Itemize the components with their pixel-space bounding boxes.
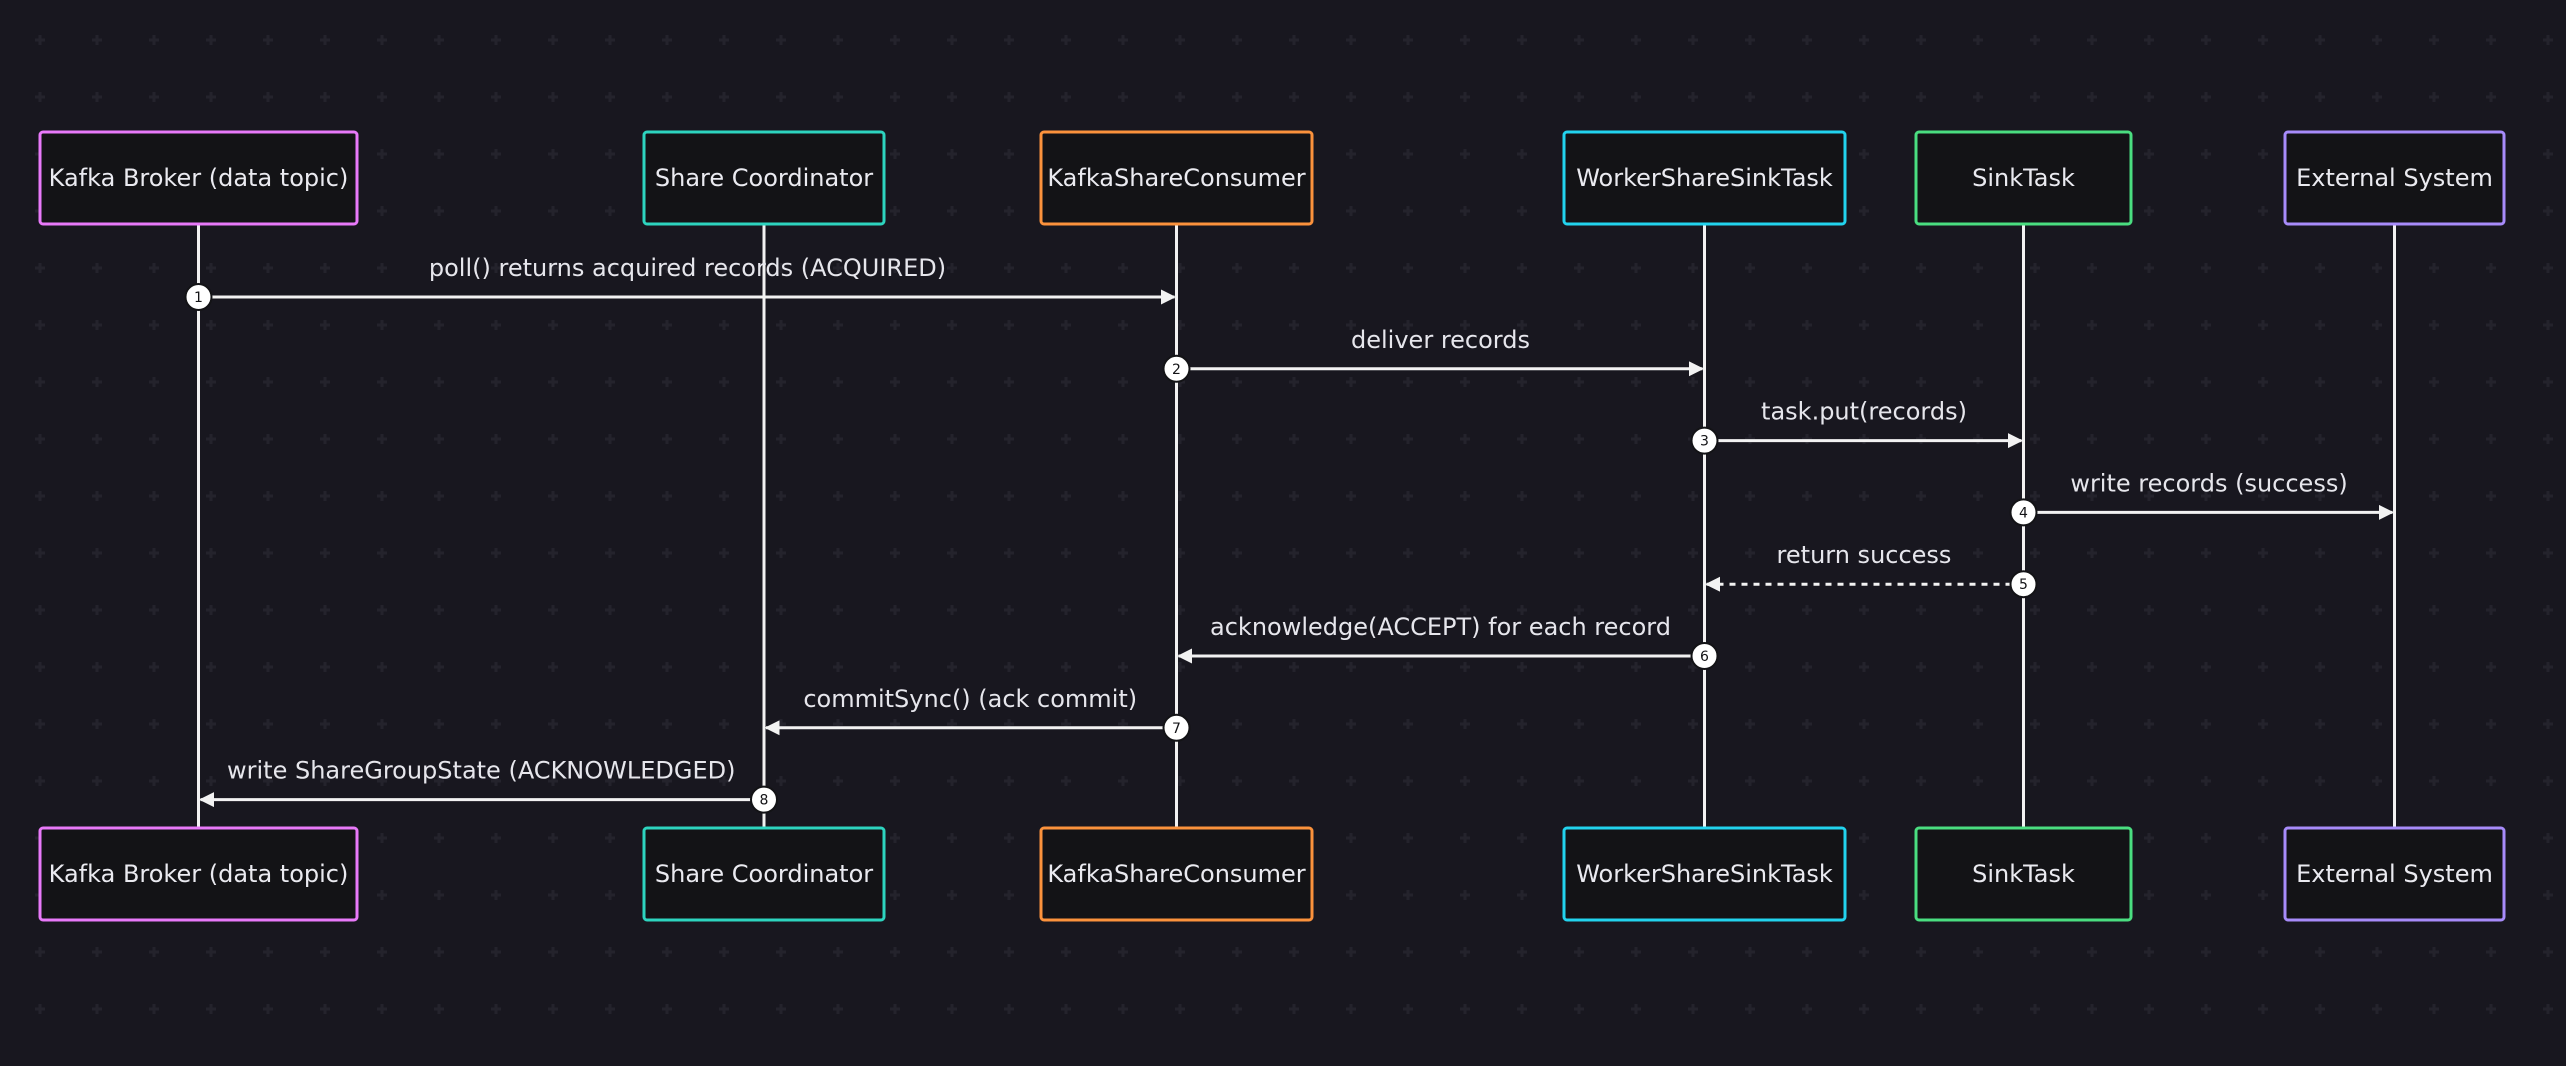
participant-label: KafkaShareConsumer <box>1047 860 1305 888</box>
message-label: commitSync() (ack commit) <box>803 685 1137 713</box>
step-number: 8 <box>760 793 769 809</box>
participant-coordinator-bottom: Share Coordinator <box>642 826 886 922</box>
participant-worker-bottom: WorkerShareSinkTask <box>1562 826 1847 922</box>
participant-label: SinkTask <box>1972 860 2075 888</box>
participant-label: WorkerShareSinkTask <box>1576 860 1833 888</box>
participant-label: Share Coordinator <box>655 164 873 192</box>
participant-label: External System <box>2296 164 2493 192</box>
step-number: 4 <box>2019 505 2028 521</box>
participant-label: Kafka Broker (data topic) <box>49 164 349 192</box>
message-8: write ShareGroupState (ACKNOWLEDGED) 8 <box>199 757 778 814</box>
messages: poll() returns acquired records (ACQUIRE… <box>184 254 2394 814</box>
diagram-canvas: poll() returns acquired records (ACQUIRE… <box>35 35 2553 1014</box>
message-label: deliver records <box>1351 326 1530 354</box>
message-label: write ShareGroupState (ACKNOWLEDGED) <box>227 757 736 785</box>
sequence-diagram: poll() returns acquired records (ACQUIRE… <box>0 0 2566 1062</box>
participant-sinktask-bottom: SinkTask <box>1914 826 2133 922</box>
participant-broker-top: Kafka Broker (data topic) <box>38 130 359 226</box>
participant-external-bottom: External System <box>2283 826 2506 922</box>
message-7: commitSync() (ack commit) 7 <box>764 685 1191 742</box>
participant-broker-bottom: Kafka Broker (data topic) <box>38 826 359 922</box>
message-2: deliver records 2 <box>1162 326 1704 383</box>
message-label: write records (success) <box>2070 469 2347 497</box>
step-number: 7 <box>1172 721 1181 737</box>
participant-consumer-top: KafkaShareConsumer <box>1039 130 1314 226</box>
lifelines <box>197 224 2396 828</box>
step-number: 1 <box>194 290 203 306</box>
participant-label: SinkTask <box>1972 164 2075 192</box>
message-3: task.put(records) 3 <box>1690 398 2023 455</box>
participant-label: KafkaShareConsumer <box>1047 164 1305 192</box>
message-label: return success <box>1777 541 1952 569</box>
message-label: acknowledge(ACCEPT) for each record <box>1210 613 1671 641</box>
step-number: 5 <box>2019 577 2028 593</box>
participant-consumer-bottom: KafkaShareConsumer <box>1039 826 1314 922</box>
message-label: poll() returns acquired records (ACQUIRE… <box>429 254 946 282</box>
step-number: 6 <box>1700 649 1709 665</box>
message-5: return success 5 <box>1705 541 2038 599</box>
participant-label: WorkerShareSinkTask <box>1576 164 1833 192</box>
message-6: acknowledge(ACCEPT) for each record 6 <box>1177 613 1719 670</box>
participant-external-top: External System <box>2283 130 2506 226</box>
message-4: write records (success) 4 <box>2009 469 2394 527</box>
participant-label: Kafka Broker (data topic) <box>49 860 349 888</box>
participant-sinktask-top: SinkTask <box>1914 130 2133 226</box>
message-label: task.put(records) <box>1761 398 1967 426</box>
participant-worker-top: WorkerShareSinkTask <box>1562 130 1847 226</box>
participant-label: External System <box>2296 860 2493 888</box>
participants: Kafka Broker (data topic) Kafka Broker (d… <box>38 130 2506 922</box>
step-number: 2 <box>1172 362 1181 378</box>
step-number: 3 <box>1700 434 1709 450</box>
message-1: poll() returns acquired records (ACQUIRE… <box>184 254 1176 311</box>
participant-coordinator-top: Share Coordinator <box>642 130 886 226</box>
participant-label: Share Coordinator <box>655 860 873 888</box>
